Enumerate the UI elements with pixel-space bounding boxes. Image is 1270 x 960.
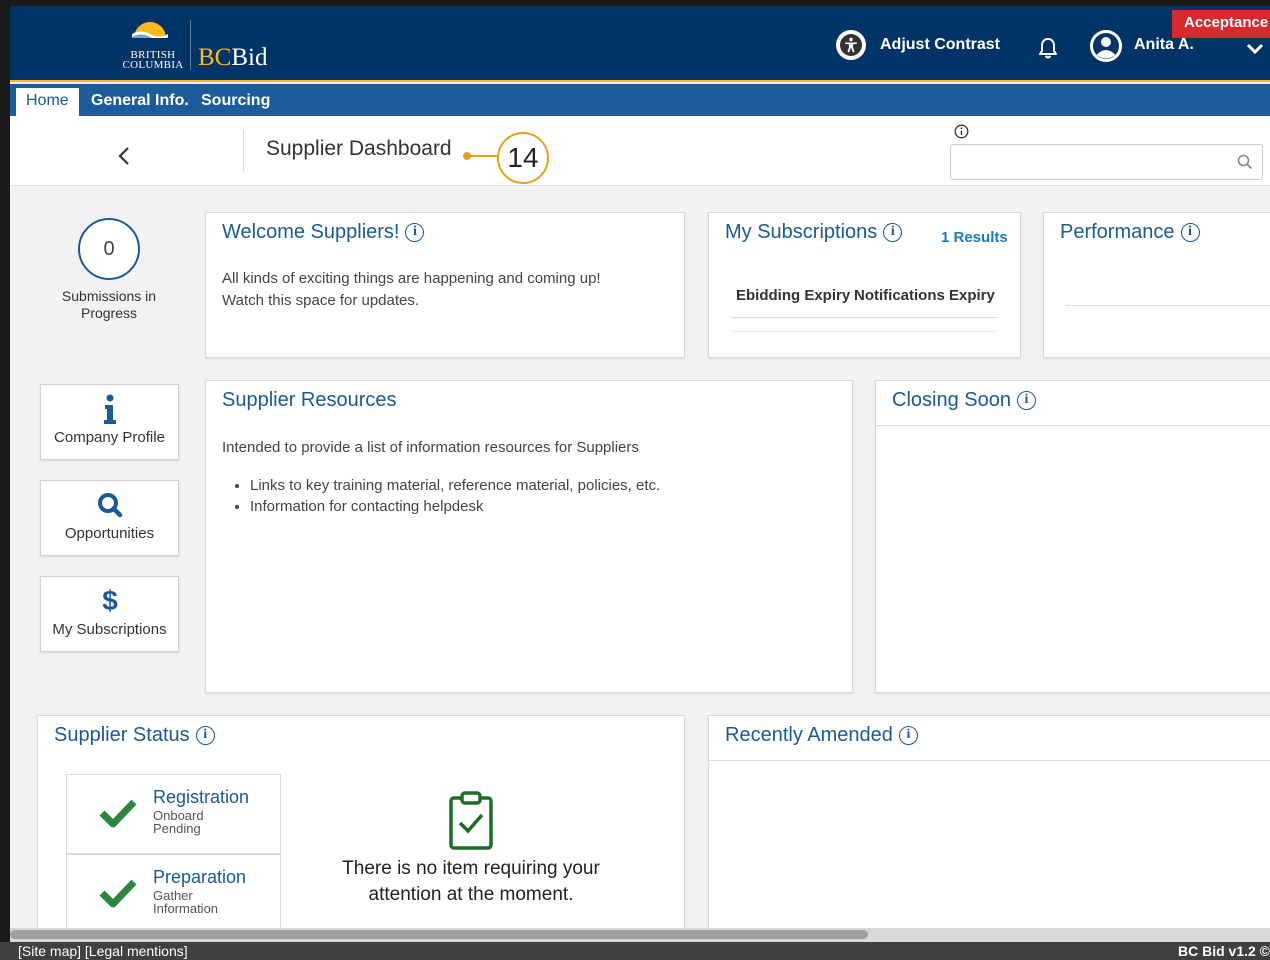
empty-state-line: There is no item requiring your: [342, 858, 600, 879]
top-header: BRITISH COLUMBIA BCBid Adjust Contrast A…: [10, 6, 1270, 82]
submissions-label: Submissions in Progress: [61, 288, 157, 321]
search-icon[interactable]: [1237, 154, 1253, 170]
closing-soon-title: Closing Soon i: [892, 389, 1036, 412]
header-divider: [243, 130, 244, 172]
adjust-contrast-button[interactable]: Adjust Contrast: [836, 30, 1000, 60]
info-icon[interactable]: [954, 124, 969, 139]
tab-sourcing[interactable]: Sourcing: [191, 88, 280, 116]
closing-soon-card: Closing Soon i: [875, 380, 1270, 693]
empty-state-message: There is no item requiring your attention…: [238, 856, 704, 908]
user-name[interactable]: Anita A.: [1134, 36, 1194, 54]
main-nav: Home General Info. Sourcing: [10, 84, 1270, 116]
logo-divider: [190, 20, 191, 70]
dollar-icon: $: [102, 585, 118, 616]
page-title: Supplier Dashboard: [266, 137, 452, 160]
status-step-sub: Gather Information: [153, 889, 218, 915]
clipboard-check-icon: [449, 791, 493, 850]
performance-card: Performance i: [1043, 212, 1270, 358]
my-subscriptions-tile[interactable]: $ My Subscriptions: [40, 576, 179, 652]
scrollbar-thumb[interactable]: [10, 930, 868, 939]
card-divider: [876, 425, 1270, 426]
search-input[interactable]: [950, 144, 1263, 180]
status-step-registration[interactable]: Registration Onboard Pending: [66, 774, 281, 854]
performance-title: Performance i: [1060, 221, 1200, 244]
bc-logo[interactable]: BRITISH COLUMBIA: [118, 16, 184, 72]
environment-badge: Acceptance: [1172, 10, 1270, 38]
resources-card: Supplier Resources Intended to provide a…: [205, 380, 853, 693]
info-icon[interactable]: i: [405, 223, 425, 242]
info-icon[interactable]: i: [883, 223, 903, 242]
bell-icon[interactable]: [1037, 36, 1059, 60]
supplier-status-title: Supplier Status i: [54, 724, 215, 747]
info-icon[interactable]: i: [1016, 391, 1036, 410]
empty-state-line: attention at the moment.: [368, 884, 574, 905]
closing-soon-title-text: Closing Soon: [892, 389, 1011, 411]
footer: [Site map] [Legal mentions] BC Bid v1.2 …: [0, 942, 1270, 960]
user-avatar-icon[interactable]: [1090, 30, 1122, 62]
resources-list: Links to key training material, referenc…: [250, 475, 660, 517]
welcome-line-2: Watch this space for updates.: [222, 292, 420, 309]
sun-logo-icon: [132, 22, 168, 38]
list-item: Links to key training material, referenc…: [250, 475, 660, 496]
callout-number: 14: [497, 132, 549, 184]
app-name-bc: BC: [198, 44, 232, 71]
recently-amended-card: Recently Amended i: [708, 715, 1270, 942]
company-profile-tile[interactable]: Company Profile: [40, 384, 179, 460]
subscriptions-card: My Subscriptions i 1 Results Ebidding Exp…: [708, 212, 1021, 358]
info-icon[interactable]: i: [195, 726, 215, 745]
subscriptions-title: My Subscriptions i: [725, 221, 903, 244]
recently-amended-title: Recently Amended i: [725, 724, 918, 747]
chevron-left-icon[interactable]: [116, 146, 132, 166]
performance-title-text: Performance: [1060, 221, 1175, 243]
opportunities-label: Opportunities: [64, 525, 155, 542]
callout-line: [469, 155, 497, 157]
app-window: BRITISH COLUMBIA BCBid Adjust Contrast A…: [10, 6, 1270, 942]
status-step-sub-line: Pending: [153, 821, 201, 836]
footer-version: BC Bid v1.2 ©: [1177, 943, 1270, 959]
status-step-sub: Onboard Pending: [153, 809, 204, 835]
chevron-down-icon[interactable]: [1246, 42, 1264, 56]
supplier-status-card: Supplier Status i Registration Onboard Pen…: [37, 715, 685, 942]
app-name-bid: Bid: [231, 44, 268, 71]
resources-title: Supplier Resources: [222, 389, 397, 411]
footer-links[interactable]: [Site map] [Legal mentions]: [18, 942, 188, 960]
tab-home[interactable]: Home: [16, 88, 79, 116]
app-name: BCBid: [198, 44, 267, 72]
tab-general-info[interactable]: General Info.: [81, 88, 199, 116]
col-header-notifications-expiry: Notifications Expiry: [854, 287, 995, 304]
col-header-ebidding-expiry: Ebidding Expiry: [736, 287, 851, 304]
table-divider: [731, 331, 998, 332]
welcome-title-text: Welcome Suppliers!: [222, 221, 400, 243]
welcome-line-1: All kinds of exciting things are happeni…: [222, 270, 601, 287]
supplier-status-title-text: Supplier Status: [54, 724, 190, 746]
resources-intro: Intended to provide a list of informatio…: [222, 439, 639, 456]
checkmark-icon: [99, 799, 137, 828]
adjust-contrast-label: Adjust Contrast: [880, 36, 1000, 53]
my-subscriptions-label: My Subscriptions: [52, 621, 167, 638]
checkmark-icon: [99, 879, 137, 908]
table-divider: [731, 317, 998, 318]
info-icon: [104, 394, 116, 424]
opportunities-tile[interactable]: Opportunities: [40, 480, 179, 556]
list-item: Information for contacting helpdesk: [250, 496, 660, 517]
status-step-title: Registration: [153, 787, 250, 807]
info-icon[interactable]: i: [898, 726, 918, 745]
submissions-count[interactable]: 0: [78, 218, 140, 280]
welcome-card: Welcome Suppliers! i All kinds of excitin…: [205, 212, 685, 358]
search-icon: [98, 493, 123, 518]
subscriptions-title-text: My Subscriptions: [725, 221, 878, 243]
accessibility-icon: [836, 30, 866, 60]
results-count[interactable]: 1 Results: [941, 229, 1008, 246]
table-divider: [1066, 305, 1270, 306]
status-step-sub-line: Information: [153, 901, 219, 916]
logo-text-columbia: COLUMBIA: [122, 59, 184, 71]
info-icon[interactable]: i: [1180, 223, 1200, 242]
welcome-title: Welcome Suppliers! i: [222, 221, 425, 244]
recently-amended-title-text: Recently Amended: [725, 724, 893, 746]
company-profile-label: Company Profile: [54, 429, 165, 446]
card-divider: [709, 760, 1270, 761]
status-step-title: Preparation: [153, 867, 247, 887]
